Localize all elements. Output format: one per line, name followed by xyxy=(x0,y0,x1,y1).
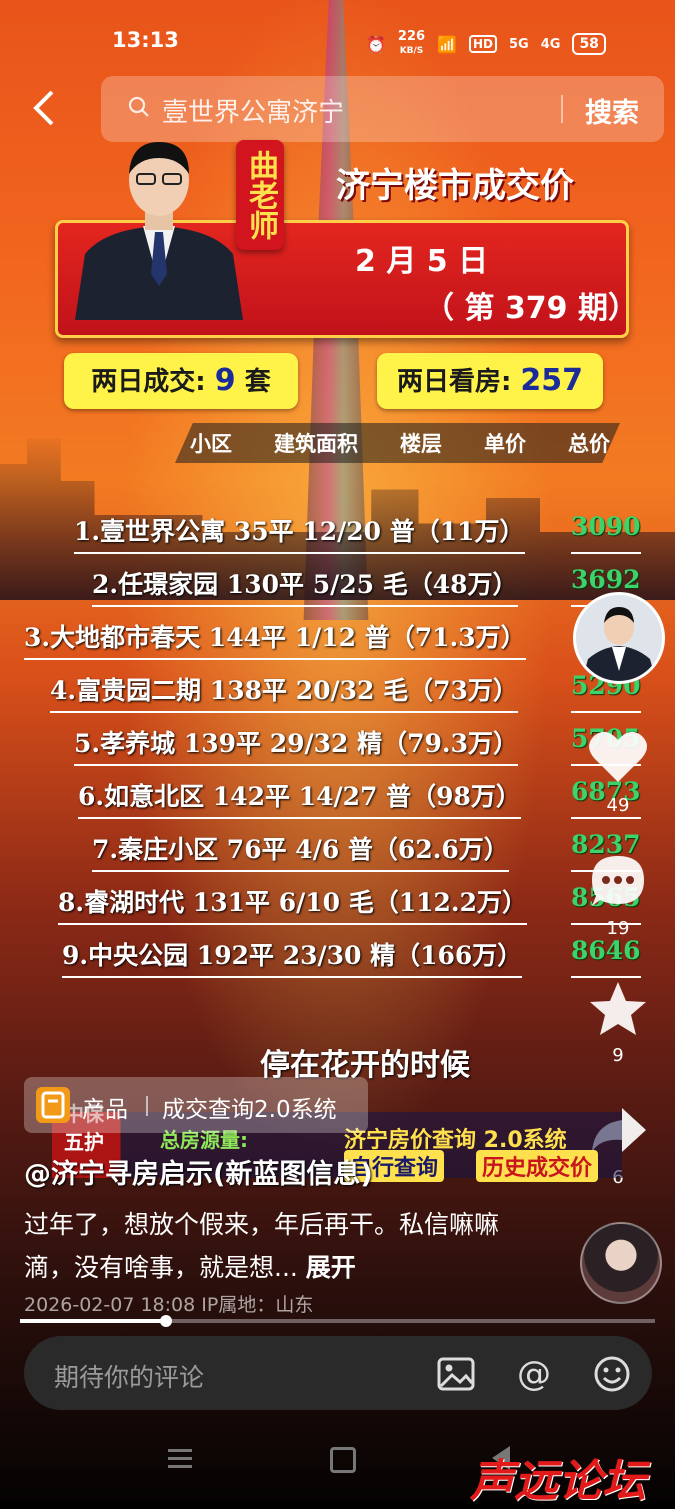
status-time: 13:13 xyxy=(112,28,179,52)
listing-price-1: 3090 xyxy=(571,512,641,554)
listing-row-9: 9.中央公园 192平 23/30 精（166万） xyxy=(62,936,523,978)
net-speed: 226 KB/S xyxy=(397,29,426,56)
listing-row-1: 1.壹世界公寓 35平 12/20 普（11万） xyxy=(74,512,525,554)
post-description[interactable]: 过年了，想放个假来，年后再干。私信嘛嘛滴，没有啥事，就是想... 展开 xyxy=(24,1203,524,1289)
emoji-icon[interactable] xyxy=(592,1354,632,1394)
author-name[interactable]: @济宁寻房启示(新蓝图信息) xyxy=(24,1152,373,1191)
mention-icon[interactable]: @ xyxy=(514,1354,554,1394)
deals-value: 9 xyxy=(214,363,236,398)
progress-fill xyxy=(20,1319,166,1323)
product-icon xyxy=(36,1087,70,1123)
listing-price-9: 8646 xyxy=(571,936,641,978)
status-icons: ⏰ 226 KB/S 📶 HD 5G 4G 58 xyxy=(366,30,606,58)
comment-icon xyxy=(592,856,644,906)
wifi-icon: 📶 xyxy=(437,34,457,54)
product-label: 产品 xyxy=(82,1097,128,1123)
product-name[interactable]: 成交查询2.0系统 xyxy=(162,1090,337,1124)
search-divider xyxy=(561,95,563,123)
views-value: 257 xyxy=(520,363,584,398)
product-divider xyxy=(146,1096,148,1116)
listing-row-5: 5.孝养城 139平 29/32 精（79.3万） xyxy=(74,724,518,766)
views-box: 两日看房: 257 xyxy=(377,353,603,409)
battery-icon: 58 xyxy=(572,33,606,55)
deals-unit: 套 xyxy=(244,367,271,397)
post-meta: 2026-02-07 18:08 IP属地：山东 xyxy=(24,1290,313,1317)
listing-row-3: 3.大地都市春天 144平 1/12 普（71.3万） xyxy=(24,618,526,660)
poster-issue: （ 第 379 期） xyxy=(424,291,638,326)
progress-knob[interactable] xyxy=(160,1315,172,1327)
listing-row-6: 6.如意北区 142平 14/27 普（98万） xyxy=(78,777,521,819)
teacher-tag: 曲老师 xyxy=(236,140,284,250)
hd-icon: HD xyxy=(468,35,497,53)
column-total-price: 总价 xyxy=(568,432,610,456)
poster-title: 济宁楼市成交价 xyxy=(336,166,574,206)
search-icon xyxy=(128,96,149,117)
search-query[interactable]: 壹世界公寓济宁 xyxy=(162,92,344,129)
column-headers: 小区 建筑面积 楼层 单价 总价 xyxy=(190,428,610,458)
favorite-button[interactable] xyxy=(588,980,648,1042)
listing-row-7: 7.秦庄小区 76平 4/6 普（62.6万） xyxy=(92,830,509,872)
deals-box: 两日成交: 9 套 xyxy=(64,353,298,409)
expand-link[interactable]: 展开 xyxy=(306,1253,356,1282)
comment-input[interactable]: 期待你的评论 xyxy=(54,1358,204,1394)
presenter-photo xyxy=(75,134,243,320)
star-icon xyxy=(590,982,646,1035)
alarm-icon: ⏰ xyxy=(366,34,386,54)
listing-row-2: 2.任璟家园 130平 5/25 毛（48万） xyxy=(92,565,518,607)
deals-label: 两日成交: xyxy=(91,367,206,397)
watermark-logo: 声远论坛 xyxy=(470,1456,646,1507)
views-label: 两日看房: xyxy=(396,367,512,397)
post-date: 2026-02-07 18:08 xyxy=(24,1294,196,1316)
column-unit-price: 单价 xyxy=(484,432,526,456)
promo-btn-history: 历史成交价 xyxy=(476,1150,599,1182)
search-button[interactable]: 搜索 xyxy=(585,91,639,130)
back-button[interactable] xyxy=(30,88,70,132)
nav-recents-button[interactable] xyxy=(168,1444,192,1473)
music-disc-avatar[interactable] xyxy=(580,1222,662,1304)
favorite-count: 9 xyxy=(612,1045,624,1066)
signal-5g-icon: 5G xyxy=(509,36,529,52)
signal-4g-icon: 4G xyxy=(540,36,561,52)
svg-text:@: @ xyxy=(517,1354,551,1394)
column-area: 建筑面积 xyxy=(274,432,358,456)
poster-date: 2 月 5 日 xyxy=(355,244,489,279)
nav-home-button[interactable] xyxy=(330,1447,356,1473)
description-text: 过年了，想放个假来，年后再干。私信嘛嘛滴，没有啥事，就是想... xyxy=(24,1210,500,1282)
like-count: 49 xyxy=(606,795,630,816)
comment-button[interactable] xyxy=(588,852,648,914)
like-button[interactable] xyxy=(588,728,648,788)
heart-icon xyxy=(589,731,647,782)
creator-avatar[interactable] xyxy=(573,592,665,684)
image-icon[interactable] xyxy=(436,1354,476,1394)
post-location: IP属地：山东 xyxy=(201,1294,314,1316)
chevron-left-icon xyxy=(33,90,54,126)
column-community: 小区 xyxy=(190,432,232,456)
comment-count: 19 xyxy=(606,918,630,939)
listing-row-8: 8.睿湖时代 131平 6/10 毛（112.2万） xyxy=(58,883,527,925)
listing-row-4: 4.富贵园二期 138平 20/32 毛（73万） xyxy=(50,671,518,713)
column-floor: 楼层 xyxy=(400,432,442,456)
